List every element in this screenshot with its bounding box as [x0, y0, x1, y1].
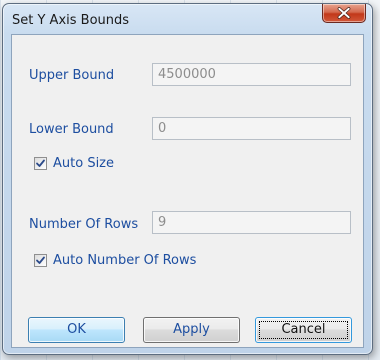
check-icon	[36, 159, 45, 167]
close-icon	[337, 7, 351, 19]
cancel-button-label: Cancel	[281, 322, 326, 337]
close-button[interactable]	[322, 4, 366, 23]
ok-button[interactable]: OK	[28, 317, 125, 343]
auto-size-checkbox-row[interactable]: Auto Size	[34, 156, 144, 172]
set-y-axis-bounds-dialog: Set Y Axis Bounds Upper Bound 4500000 Lo…	[2, 3, 373, 355]
auto-number-of-rows-checkbox[interactable]	[34, 254, 47, 267]
title-bar[interactable]: Set Y Axis Bounds	[3, 4, 372, 34]
auto-size-checkbox[interactable]	[34, 157, 47, 170]
lower-bound-label: Lower Bound	[29, 122, 114, 137]
apply-button[interactable]: Apply	[143, 317, 240, 343]
number-of-rows-input[interactable]: 9	[152, 211, 351, 234]
auto-number-of-rows-checkbox-row[interactable]: Auto Number Of Rows	[34, 253, 224, 269]
auto-number-of-rows-label: Auto Number Of Rows	[53, 253, 197, 268]
lower-bound-input[interactable]: 0	[152, 117, 351, 140]
number-of-rows-label: Number Of Rows	[29, 217, 139, 232]
upper-bound-label: Upper Bound	[29, 68, 115, 83]
auto-size-label: Auto Size	[53, 156, 115, 171]
upper-bound-input[interactable]: 4500000	[152, 63, 351, 86]
dialog-title: Set Y Axis Bounds	[12, 13, 130, 28]
dialog-client-area: Upper Bound 4500000 Lower Bound 0 Auto S…	[11, 34, 364, 348]
check-icon	[36, 256, 45, 264]
cancel-button[interactable]: Cancel	[255, 317, 352, 343]
